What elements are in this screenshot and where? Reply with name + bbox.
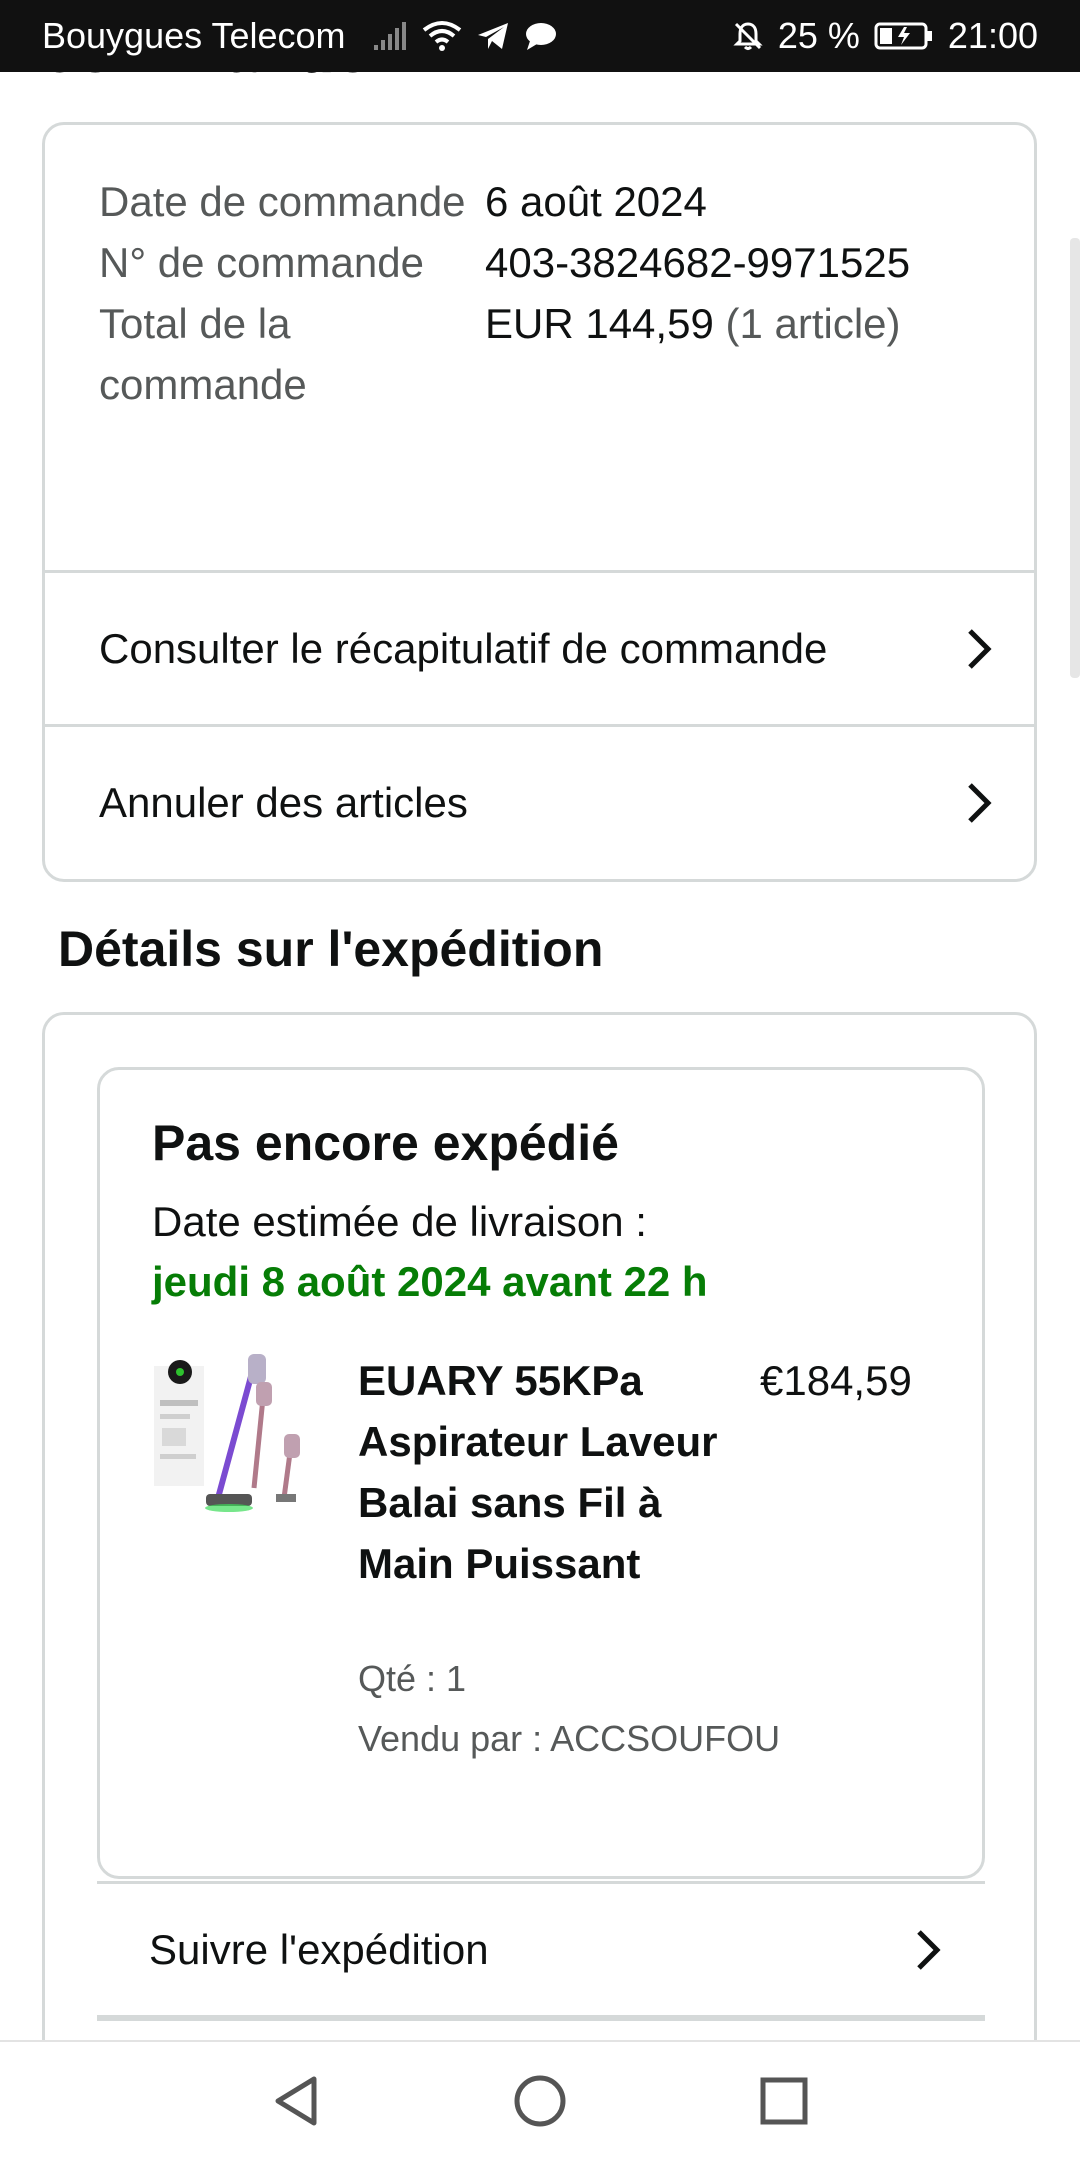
battery-percent: 25 % — [777, 15, 860, 56]
order-info: Date de commande 6 août 2024 N° de comma… — [99, 171, 999, 415]
chevron-right-icon — [915, 1928, 943, 1972]
order-summary-card: Date de commande 6 août 2024 N° de comma… — [42, 122, 1037, 882]
delivery-estimate-date: jeudi 8 août 2024 avant 22 h — [152, 1258, 708, 1305]
shipment-box: Pas encore expédié Date estimée de livra… — [97, 1067, 985, 1879]
screen: Bouygues Telecom 25 % 21:00 Date de comm… — [0, 0, 1080, 2160]
scrollbar[interactable] — [1070, 238, 1080, 678]
telegram-icon — [476, 21, 510, 51]
track-shipment-link[interactable]: Suivre l'expédition — [97, 1881, 985, 2021]
order-date-row: Date de commande 6 août 2024 — [99, 171, 999, 232]
chevron-right-icon — [966, 627, 994, 671]
order-total-label: Total de la commande — [99, 300, 307, 408]
order-item-count: (1 article) — [725, 300, 901, 347]
order-number-value: 403-3824682-9971525 — [485, 239, 911, 286]
product-price: €184,59 — [760, 1357, 912, 1404]
chat-icon — [524, 21, 558, 51]
order-recap-link[interactable]: Consulter le récapitulatif de commande — [45, 570, 1034, 724]
battery-icon — [874, 21, 934, 51]
mute-bell-icon — [732, 20, 764, 52]
order-total-amount: EUR 144,59 — [485, 300, 714, 347]
order-date-value: 6 août 2024 — [485, 178, 707, 225]
order-number-label: N° de commande — [99, 239, 424, 286]
status-bar: Bouygues Telecom 25 % 21:00 — [0, 0, 1080, 72]
order-recap-label: Consulter le récapitulatif de commande — [99, 624, 828, 672]
track-shipment-label: Suivre l'expédition — [149, 1925, 489, 1973]
order-total-row: Total de la commande EUR 144,59 (1 artic… — [99, 293, 999, 415]
shipment-status: Pas encore expédié — [152, 1115, 619, 1171]
recents-icon[interactable] — [758, 2075, 810, 2127]
home-icon[interactable] — [512, 2073, 568, 2129]
delivery-estimate-label: Date estimée de livraison : — [152, 1198, 647, 1245]
product-quantity: Qté : 1 — [358, 1658, 467, 1699]
product-image[interactable] — [152, 1348, 312, 1518]
order-number-row: N° de commande 403-3824682-9971525 — [99, 232, 999, 293]
shipping-card: Pas encore expédié Date estimée de livra… — [42, 1012, 1037, 2160]
cancel-items-label: Annuler des articles — [99, 778, 468, 826]
shipping-section-title: Détails sur l'expédition — [58, 921, 604, 977]
carrier-name: Bouygues Telecom — [42, 15, 346, 56]
order-date-label: Date de commande — [99, 178, 466, 225]
chevron-right-icon — [966, 781, 994, 825]
back-icon[interactable] — [270, 2073, 322, 2129]
wifi-icon — [422, 20, 462, 52]
cancel-items-link[interactable]: Annuler des articles — [45, 724, 1034, 878]
product-title[interactable]: EUARY 55KPa Aspirateur Laveur Balai sans… — [358, 1350, 758, 1594]
navigation-bar — [0, 2040, 1080, 2160]
order-total-value: EUR 144,59 (1 article) — [485, 293, 901, 415]
clock: 21:00 — [947, 15, 1038, 56]
product-seller: Vendu par : ACCSOUFOU — [358, 1718, 781, 1759]
signal-icon — [372, 21, 408, 51]
